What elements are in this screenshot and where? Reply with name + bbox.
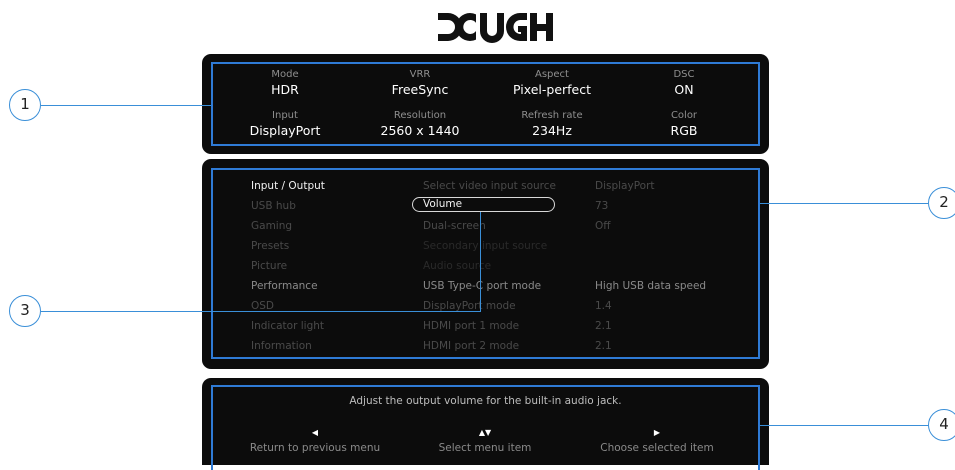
status-value: ON [674,82,694,97]
menu-value-video-input: DisplayPort [595,180,655,192]
callout-3: 3 [9,295,41,327]
category-input-output[interactable]: Input / Output [251,179,325,193]
dough-logo [438,13,553,43]
up-down-arrow-icon: ▲▼ [478,428,492,437]
menu-item-hdmi-1-mode[interactable]: HDMI port 1 mode [423,319,519,333]
menu-item-hdmi-2-mode[interactable]: HDMI port 2 mode [423,339,519,353]
menu-panel: Input / Output USB hub Gaming Presets Pi… [202,159,769,369]
category-performance[interactable]: Performance [251,279,318,293]
callout-2-line [760,203,928,204]
category-presets[interactable]: Presets [251,239,289,253]
callout-4-line [760,425,928,426]
category-indicator-light[interactable]: Indicator light [251,319,324,333]
callout-3-vline [480,212,481,312]
menu-item-usb-type-c-mode[interactable]: USB Type-C port mode [423,279,541,293]
menu-item-secondary-input[interactable]: Secondary input source [423,239,547,253]
left-arrow-icon: ◀ [311,428,319,437]
menu-item-select-video-input[interactable]: Select video input source [423,179,556,193]
help-action-choose: Choose selected item [600,442,714,454]
help-description: Adjust the output volume for the built-i… [349,395,622,407]
right-arrow-icon: ▶ [653,428,661,437]
menu-item-volume[interactable]: Volume [423,197,462,211]
callout-3-line [41,311,481,312]
callout-1-line [41,105,211,106]
menu-value-displayport-mode: 1.4 [595,300,612,312]
status-label: Color [670,110,698,121]
category-picture[interactable]: Picture [251,259,287,273]
status-dsc: DSC ON [594,69,774,98]
status-label: DSC [673,69,695,80]
menu-value-volume: 73 [595,200,609,212]
status-value: RGB [670,123,698,138]
menu-value-usb-type-c-mode: High USB data speed [595,280,707,292]
menu-value-dual-screen: Off [595,220,611,232]
help-panel: Adjust the output volume for the built-i… [202,378,769,470]
callout-2: 2 [928,187,955,219]
menu-value-hdmi-1-mode: 2.1 [595,320,612,332]
callout-4: 4 [928,409,955,441]
menu-item-dual-screen[interactable]: Dual-screen [423,219,486,233]
help-action-select: Select menu item [438,442,532,454]
category-gaming[interactable]: Gaming [251,219,292,233]
menu-value-hdmi-2-mode: 2.1 [595,340,612,352]
callout-1: 1 [9,89,41,121]
category-information[interactable]: Information [251,339,312,353]
category-usb-hub[interactable]: USB hub [251,199,296,213]
status-panel: Mode HDR VRR FreeSync Aspect Pixel-perfe… [202,54,769,154]
status-color: Color RGB [594,110,774,139]
help-action-back: Return to previous menu [249,442,381,454]
